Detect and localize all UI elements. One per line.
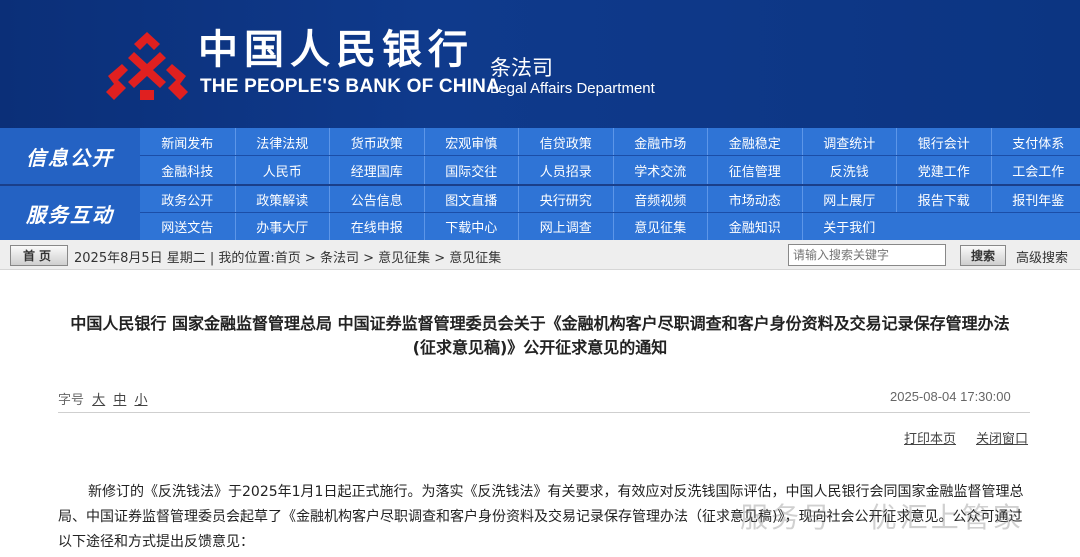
home-button[interactable]: 首页 [10,245,68,266]
nav-item[interactable]: 反洗钱 [801,156,897,184]
nav-item[interactable]: 金融市场 [612,128,708,156]
nav-group-info: 信息公开 新闻发布 法律法规 货币政策 宏观审慎 信贷政策 金融市场 金融稳定 调查统计 银行会… [0,128,1080,184]
nav-item[interactable]: 央行研究 [518,186,613,212]
nav-row-1: 新闻发布 法律法规 货币政策 宏观审慎 信贷政策 金融市场 金融稳定 调查统计 银行会计 支付体系 [140,128,1080,156]
article-title: 中国人民银行 国家金融监督管理总局 中国证券监督管理委员会关于《金融机构客户尽职… [0,312,1080,360]
nav-item[interactable]: 金融稳定 [707,128,802,156]
department-name-english: Legal Affairs Department [490,80,655,97]
bank-name-english: THE PEOPLE'S BANK OF CHINA [200,76,501,97]
nav-group-label-info: 信息公开 [0,128,140,184]
nav-item[interactable]: 党建工作 [896,156,991,184]
nav-item[interactable]: 银行会计 [896,128,991,156]
nav-item[interactable]: 人民币 [234,156,330,184]
nav-group-service: 服务互动 政务公开 政策解读 公告信息 图文直播 央行研究 音频视频 市场动态 网上展厅 报告下… [0,186,1080,240]
font-size-control: 字号 大 中 小 [58,389,147,408]
pboc-logo-icon [106,32,188,100]
nav-item[interactable]: 支付体系 [990,128,1080,156]
font-size-small-link[interactable]: 小 [134,393,147,408]
search-button[interactable]: 搜索 [960,245,1006,266]
font-size-medium-link[interactable]: 中 [113,393,126,408]
nav-item[interactable]: 学术交流 [612,156,708,184]
nav-item[interactable]: 网上展厅 [801,186,897,212]
header-banner: 中国人民银行 THE PEOPLE'S BANK OF CHINA 条法司 Le… [0,0,1080,128]
nav-item[interactable]: 工会工作 [990,156,1080,184]
nav-item[interactable]: 征信管理 [707,156,802,184]
nav-item[interactable]: 货币政策 [329,128,424,156]
breadcrumb-bar: 首页 2025年8月5日 星期二 | 我的位置:首页 > 条法司 > 意见征集 … [0,240,1080,270]
nav-item[interactable]: 宏观审慎 [423,128,519,156]
font-size-large-link[interactable]: 大 [92,393,105,408]
meta-divider [58,412,1030,413]
nav-row-2: 金融科技 人民币 经理国库 国际交往 人员招录 学术交流 征信管理 反洗钱 党建工作 工会工作 [140,156,1080,184]
nav-item[interactable]: 信贷政策 [518,128,613,156]
nav-item[interactable]: 在线申报 [329,213,424,240]
nav-item[interactable]: 下载中心 [423,213,519,240]
nav-item[interactable]: 市场动态 [707,186,802,212]
advanced-search-link[interactable]: 高级搜索 [1016,247,1068,266]
nav-item[interactable]: 意见征集 [612,213,708,240]
nav-item[interactable]: 网送文告 [140,213,235,240]
nav-item[interactable]: 经理国库 [329,156,424,184]
nav-row-4: 网送文告 办事大厅 在线申报 下载中心 网上调查 意见征集 金融知识 关于我们 [140,213,1080,240]
nav-item[interactable]: 网上调查 [518,213,613,240]
bank-name-chinese: 中国人民银行 [198,26,474,73]
nav-item[interactable]: 图文直播 [423,186,519,212]
print-page-link[interactable]: 打印本页 [904,428,956,447]
font-size-label: 字号 [58,393,85,408]
watermark: 服务号 · 优汇上管家 [740,501,1024,534]
department-name-chinese: 条法司 [490,56,553,80]
nav-item[interactable]: 音频视频 [612,186,708,212]
nav-item[interactable]: 新闻发布 [140,128,235,156]
nav-item[interactable]: 公告信息 [329,186,424,212]
nav-item[interactable]: 法律法规 [234,128,330,156]
nav-item[interactable]: 政策解读 [234,186,330,212]
nav-item[interactable]: 报告下载 [896,186,991,212]
nav-item[interactable]: 金融知识 [707,213,802,240]
nav-item[interactable]: 政务公开 [140,186,235,212]
search-input[interactable] [788,244,946,266]
nav-item[interactable]: 调查统计 [801,128,897,156]
nav-item[interactable]: 办事大厅 [234,213,330,240]
article-title-line: 中国人民银行 国家金融监督管理总局 中国证券监督管理委员会关于《金融机构客户尽职… [70,314,1010,333]
nav-group-label-service: 服务互动 [0,186,140,240]
close-window-link[interactable]: 关闭窗口 [976,428,1028,447]
breadcrumb: 2025年8月5日 星期二 | 我的位置:首页 > 条法司 > 意见征集 > 意… [74,251,502,266]
nav-item[interactable]: 报刊年鉴 [990,186,1080,212]
nav-item[interactable]: 关于我们 [801,213,897,240]
nav-item[interactable]: 国际交往 [423,156,519,184]
nav-item[interactable]: 人员招录 [518,156,613,184]
nav-row-3: 政务公开 政策解读 公告信息 图文直播 央行研究 音频视频 市场动态 网上展厅 报告下载 报刊年鉴 [140,186,1080,212]
article-title-line: (征求意见稿)》公开征求意见的通知 [412,338,668,357]
nav-item[interactable]: 金融科技 [140,156,235,184]
publish-date: 2025-08-04 17:30:00 [890,389,1011,404]
